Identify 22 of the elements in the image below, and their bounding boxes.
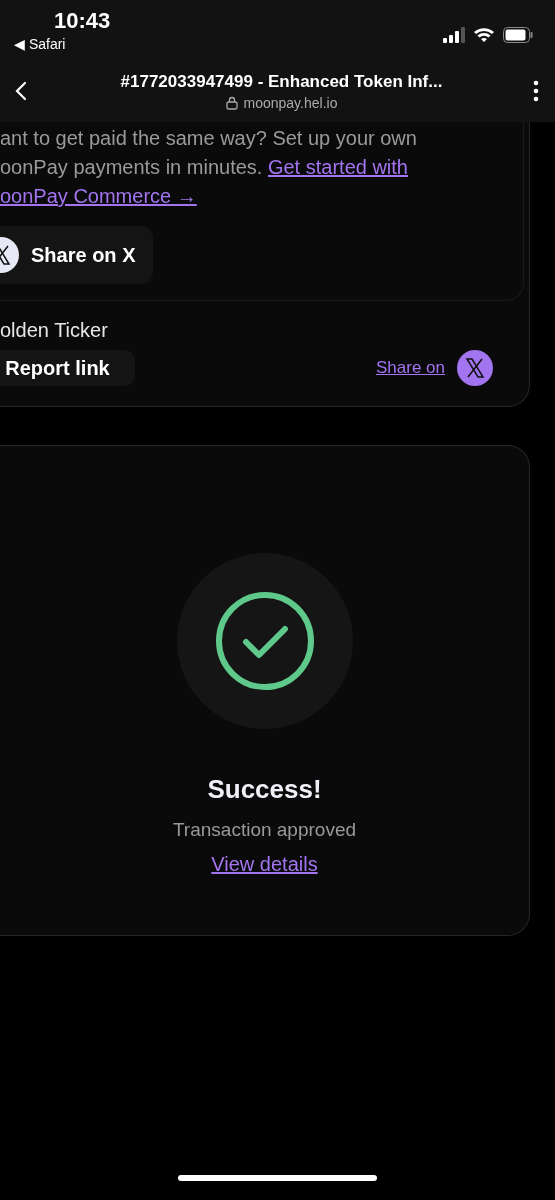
page-title: #1772033947499 - Enhanced Token Inf... <box>120 71 443 92</box>
share-on-x-button[interactable]: Share on X <box>0 226 153 284</box>
promo-text: oonPay payments in minutes. Get started with oonPay Commerce → <box>0 155 409 209</box>
page-url: moonpay.hel.io <box>243 94 338 111</box>
lock-icon <box>225 95 238 110</box>
success-title: Success! <box>207 774 322 805</box>
get-started-link[interactable]: Get started with <box>267 156 408 178</box>
wifi-icon <box>473 27 495 43</box>
more-menu-icon[interactable] <box>533 80 539 102</box>
get-started-link[interactable]: oonPay Commerce → <box>0 185 197 207</box>
signal-icon <box>443 27 465 43</box>
view-details-link[interactable]: View details <box>211 853 318 876</box>
status-message: Transaction approved <box>172 819 357 841</box>
share-on-link[interactable]: Share on <box>376 358 445 378</box>
status-time: 10:43 <box>54 8 111 34</box>
back-to-app-link[interactable]: ◀ Safari <box>14 36 66 52</box>
report-link-button[interactable]: Report link <box>0 350 135 386</box>
check-circle-icon <box>214 591 315 691</box>
x-logo-icon <box>457 350 493 386</box>
merchant-name: olden Ticker <box>0 319 109 342</box>
promo-text: ant to get paid the same way? Set up your own <box>0 126 418 151</box>
battery-icon <box>503 27 533 43</box>
